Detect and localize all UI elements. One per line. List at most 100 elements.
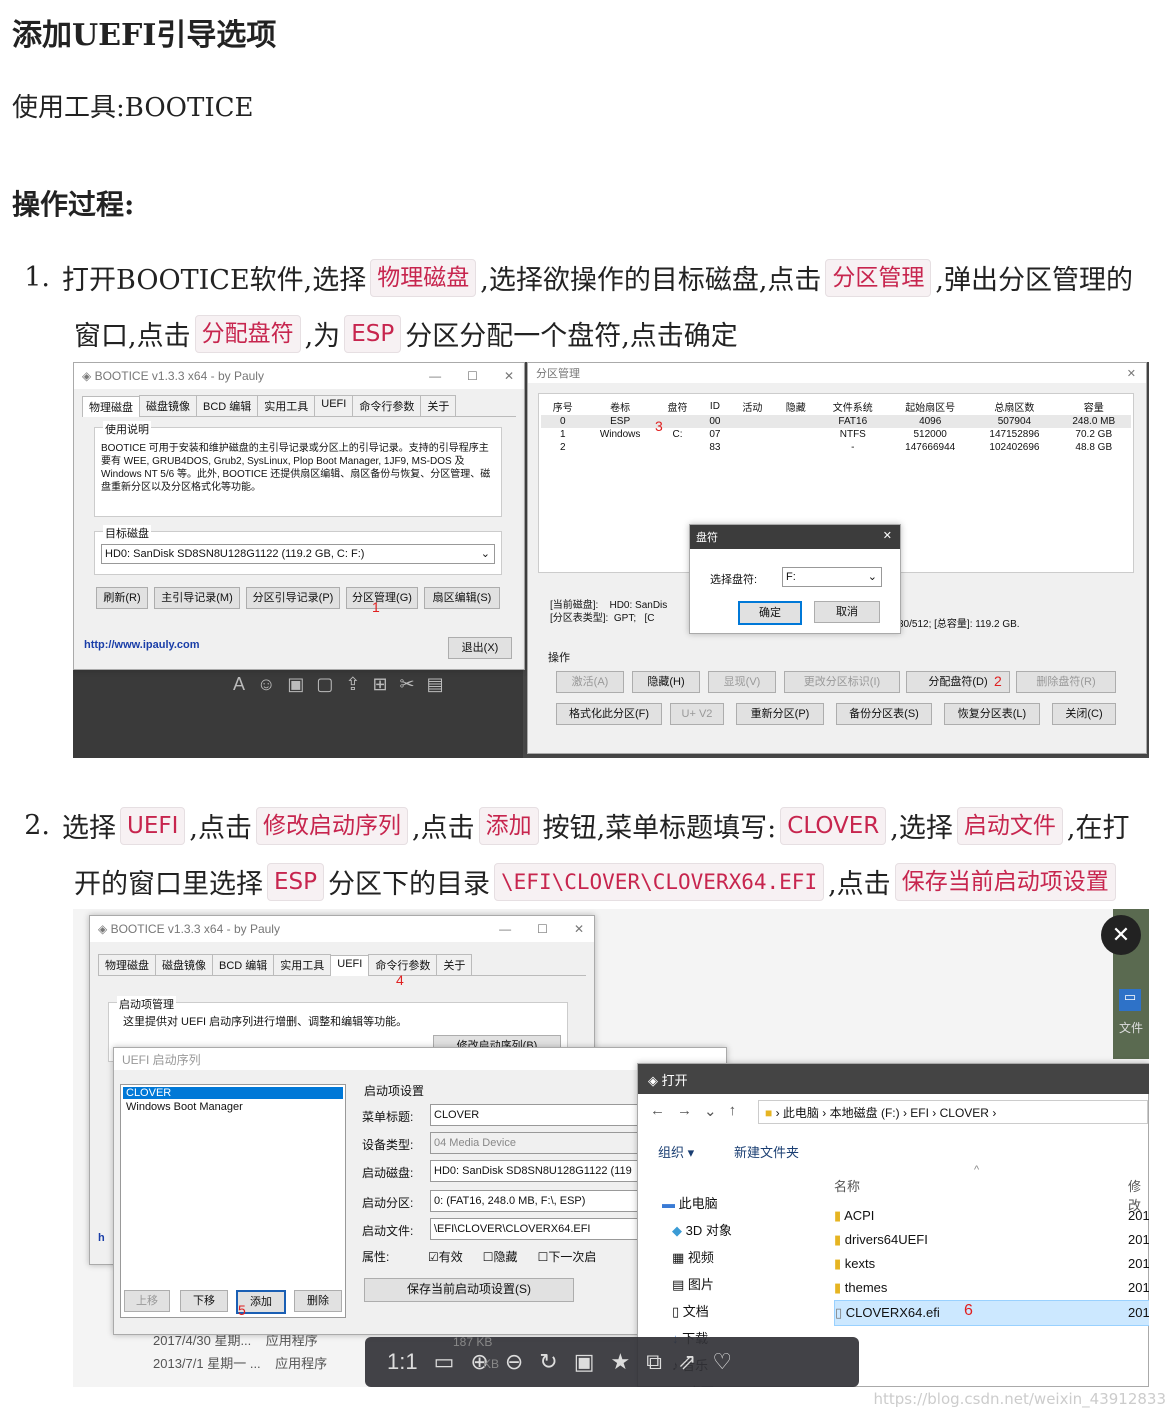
move-up-button[interactable]: 上移: [124, 1290, 170, 1312]
remove-letter-button[interactable]: 删除盘符(R): [1016, 671, 1116, 693]
show-button[interactable]: 显现(V): [708, 671, 776, 693]
pbr-button[interactable]: 分区引导记录(P): [246, 587, 340, 609]
list-item[interactable]: ▮ ACPI 201: [834, 1204, 1149, 1228]
title-bar: ◈ BOOTICE v1.3.3 x64 - by Pauly — ☐ ✕: [90, 916, 594, 942]
tab-cmdline[interactable]: 命令行参数: [352, 395, 422, 416]
backup-table-button[interactable]: 备份分区表(S): [836, 703, 932, 725]
ok-button[interactable]: 确定: [738, 601, 802, 625]
forward-icon[interactable]: →: [677, 1102, 692, 1120]
list-item[interactable]: ▮ drivers64UEFI 201: [834, 1228, 1149, 1252]
zoom-out-icon[interactable]: ⊖: [505, 1349, 523, 1375]
format-button[interactable]: 格式化此分区(F): [556, 703, 662, 725]
tab-physical-disk[interactable]: 物理磁盘: [98, 954, 156, 975]
table-row[interactable]: 2 83 - 147666944 102402696 48.8 GB: [541, 441, 1131, 454]
folder-icon: ▮: [834, 1280, 842, 1295]
address-bar[interactable]: ■ › 此电脑 › 本地磁盘 (F:) › EFI › CLOVER ›: [758, 1100, 1148, 1124]
file-name: CLOVERX64.efi: [845, 1305, 940, 1320]
website-link[interactable]: http://www.ipauly.com: [84, 639, 200, 651]
change-id-button[interactable]: 更改分区标识(I): [784, 671, 900, 693]
nav-label: 文档: [682, 1304, 709, 1319]
close-icon[interactable]: ✕: [1127, 367, 1136, 380]
minimize-icon[interactable]: —: [429, 369, 441, 383]
share-icon[interactable]: ⇗: [678, 1349, 696, 1375]
save-icon[interactable]: ▣: [574, 1349, 595, 1375]
tab-uefi[interactable]: UEFI: [314, 395, 354, 416]
info-value: GPT;: [613, 613, 637, 624]
up-icon[interactable]: ↑: [729, 1102, 737, 1120]
tab-disk-image[interactable]: 磁盘镜像: [139, 395, 197, 416]
fit-icon[interactable]: ▭: [434, 1349, 455, 1375]
repartition-button[interactable]: 重新分区(P): [736, 703, 824, 725]
maximize-icon[interactable]: ☐: [537, 922, 548, 936]
desktop-label: 文件: [1119, 1021, 1144, 1035]
breadcrumb[interactable]: 本地磁盘 (F:): [830, 1106, 900, 1120]
step-marker: 4: [396, 972, 404, 988]
hide-button[interactable]: 隐藏(H): [632, 671, 700, 693]
tab-tools[interactable]: 实用工具: [257, 395, 316, 416]
list-item[interactable]: Windows Boot Manager: [123, 1101, 343, 1113]
activate-button[interactable]: 激活(A): [556, 671, 624, 693]
nav-item-video[interactable]: ▦ 视频: [662, 1244, 732, 1271]
cell: 2: [559, 442, 566, 453]
restore-table-button[interactable]: 恢复分区表(L): [944, 703, 1040, 725]
chevron-down-icon[interactable]: ⌄: [704, 1102, 717, 1120]
list-item-selected[interactable]: ▯ CLOVERX64.efi 201: [834, 1300, 1149, 1326]
maximize-icon[interactable]: ☐: [467, 369, 478, 383]
close-button[interactable]: 关闭(C): [1052, 703, 1116, 725]
minimize-icon[interactable]: —: [499, 922, 511, 936]
mbr-button[interactable]: 主引导记录(M): [154, 587, 240, 609]
tab-bcd[interactable]: BCD 编辑: [212, 954, 275, 975]
close-icon[interactable]: ✕: [883, 529, 892, 542]
sector-edit-button[interactable]: 扇区编辑(S): [424, 587, 500, 609]
table-header: 序号 卷标 盘符 ID 活动 隐藏 文件系统 起始扇区号 总扇区数 容量: [541, 398, 1131, 415]
nav-item-pictures[interactable]: ▤ 图片: [662, 1271, 732, 1298]
list-item[interactable]: ▮ kexts 201: [834, 1252, 1149, 1276]
list-item[interactable]: CLOVER: [123, 1087, 343, 1099]
cancel-button[interactable]: 取消: [814, 601, 880, 623]
tab-about[interactable]: 关于: [436, 954, 473, 975]
valid-checkbox[interactable]: ☑有效: [428, 1248, 463, 1265]
new-folder-button[interactable]: 新建文件夹: [734, 1142, 799, 1161]
nav-item-documents[interactable]: ▯ 文档: [662, 1298, 732, 1325]
like-icon[interactable]: ♡: [712, 1349, 732, 1375]
back-icon[interactable]: ←: [650, 1102, 665, 1120]
next-boot-checkbox[interactable]: ☐下一次启: [538, 1248, 597, 1265]
move-down-button[interactable]: 下移: [180, 1290, 228, 1312]
list-item[interactable]: ▮ themes 201: [834, 1276, 1149, 1300]
nav-item-this-pc[interactable]: ▬ 此电脑: [662, 1190, 732, 1217]
delete-button[interactable]: 删除: [294, 1290, 342, 1312]
target-disk-select[interactable]: HD0: SanDisk SD8SN8U128G1122 (119.2 GB, …: [101, 544, 495, 564]
step-text: ,在打: [1066, 813, 1130, 844]
drive-letter-select[interactable]: F: ⌄: [782, 567, 882, 587]
tab-bcd[interactable]: BCD 编辑: [196, 395, 259, 416]
refresh-button[interactable]: 刷新(R): [96, 587, 148, 609]
close-icon[interactable]: ✕: [574, 922, 584, 936]
breadcrumb[interactable]: EFI: [910, 1106, 929, 1120]
table-row[interactable]: 0 ESP 00 FAT16 4096 507904 248.0 MB: [541, 415, 1131, 428]
tab-tools[interactable]: 实用工具: [273, 954, 332, 975]
organize-menu[interactable]: 组织 ▾: [658, 1142, 694, 1161]
bookmark-icon[interactable]: ★: [611, 1349, 631, 1375]
breadcrumb[interactable]: CLOVER: [940, 1106, 989, 1120]
close-icon[interactable]: ✕: [504, 369, 514, 383]
tab-uefi[interactable]: UEFI: [330, 955, 370, 976]
zoom-ratio[interactable]: 1:1: [387, 1349, 418, 1375]
breadcrumb[interactable]: 此电脑: [783, 1106, 819, 1120]
table-row[interactable]: 1 Windows C: 07 NTFS 512000 147152896 70.2 GB: [541, 428, 1131, 441]
uplus-button[interactable]: U+ V2: [670, 703, 724, 725]
window-title: UEFI 启动序列: [122, 1052, 201, 1067]
exit-button[interactable]: 退出(X): [448, 637, 512, 659]
crop-icon[interactable]: ⧉: [646, 1349, 662, 1375]
folder-icon: ■: [765, 1106, 773, 1120]
tab-physical-disk[interactable]: 物理磁盘: [82, 396, 140, 417]
rotate-icon[interactable]: ↻: [539, 1349, 557, 1375]
tab-disk-image[interactable]: 磁盘镜像: [155, 954, 213, 975]
save-boot-entry-button[interactable]: 保存当前启动项设置(S): [364, 1278, 574, 1302]
partition-manage-button[interactable]: 分区管理(G): [346, 587, 418, 609]
col-header: ID: [709, 401, 720, 412]
nav-item-3d[interactable]: ◆ 3D 对象: [662, 1217, 732, 1244]
tab-about[interactable]: 关于: [420, 395, 457, 416]
close-icon[interactable]: ✕: [1101, 915, 1141, 955]
col-name-header[interactable]: 名称: [834, 1176, 860, 1195]
hidden-checkbox[interactable]: ☐隐藏: [483, 1248, 518, 1265]
